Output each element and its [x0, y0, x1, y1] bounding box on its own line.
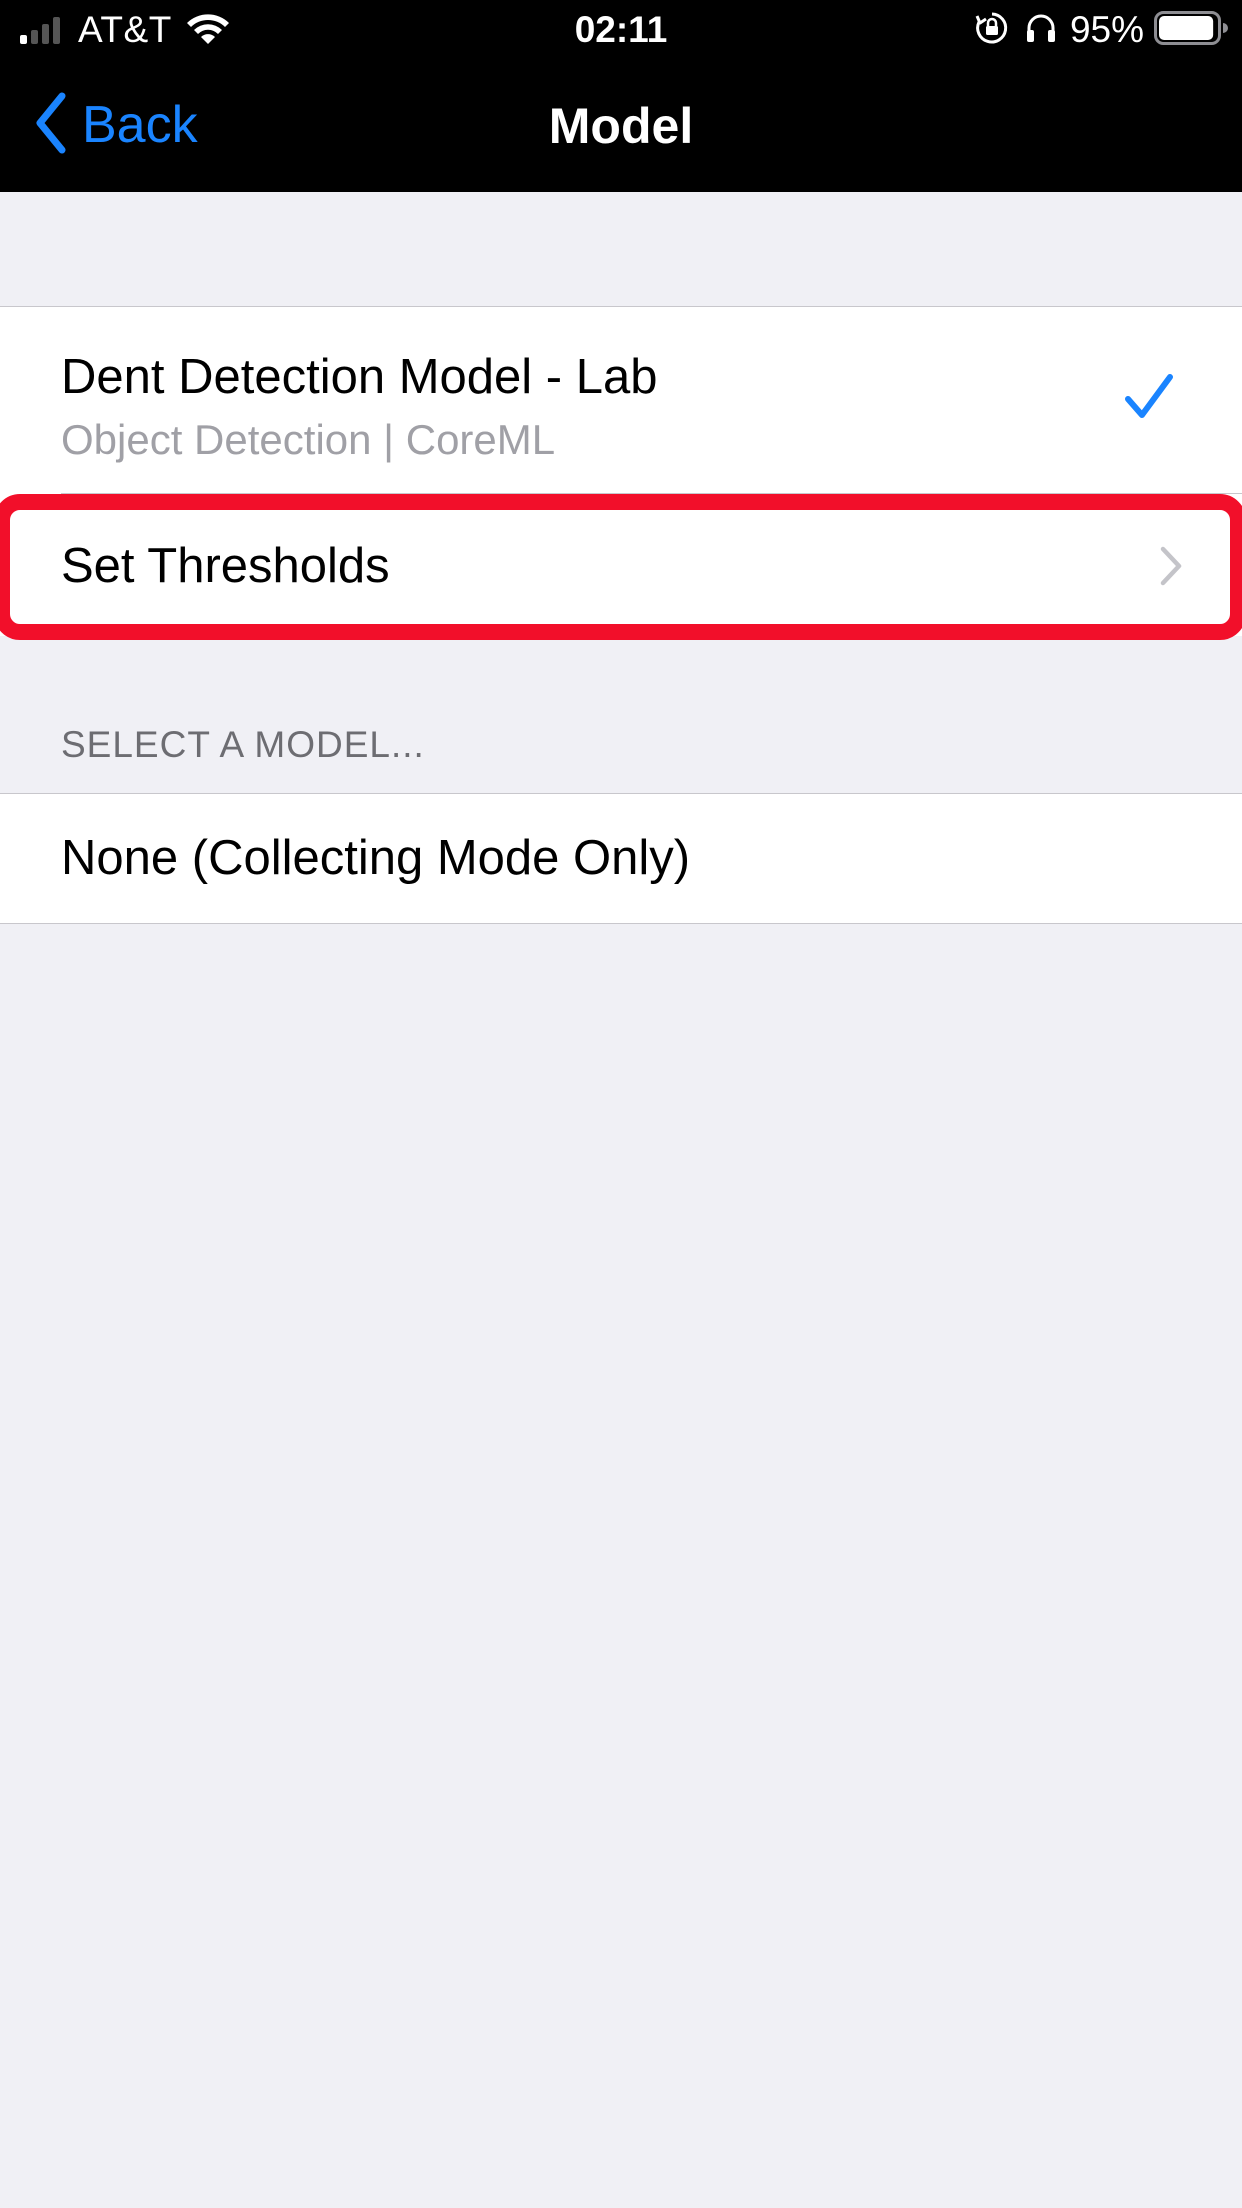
page-title: Model — [548, 98, 694, 154]
status-bar: AT&T 02:11 95% — [0, 0, 1242, 60]
orientation-lock-icon — [974, 10, 1010, 51]
section-header: SELECT A MODEL... — [61, 724, 425, 765]
chevron-right-icon — [1158, 544, 1184, 593]
model-subtitle: Object Detection | CoreML — [61, 416, 556, 463]
set-thresholds-cell[interactable]: Set Thresholds — [0, 494, 1242, 637]
battery-percent: 95% — [1069, 9, 1144, 50]
current-model-cell[interactable]: Dent Detection Model - Lab Object Detect… — [0, 307, 1242, 493]
current-model-group: Dent Detection Model - Lab Object Detect… — [0, 306, 1242, 636]
model-option-label: None (Collecting Mode Only) — [61, 831, 691, 885]
screen: AT&T 02:11 95% Back Model Dent Detection… — [0, 0, 1242, 2208]
checkmark-icon — [1124, 373, 1174, 426]
model-option-cell[interactable]: None (Collecting Mode Only) — [0, 793, 1242, 924]
model-name: Dent Detection Model - Lab — [61, 350, 658, 404]
set-thresholds-label: Set Thresholds — [61, 539, 390, 593]
battery-icon — [1154, 10, 1228, 50]
status-right: 95% — [974, 8, 1228, 52]
navigation-bar: Back Model — [0, 60, 1242, 192]
headphones-icon — [1024, 11, 1058, 50]
